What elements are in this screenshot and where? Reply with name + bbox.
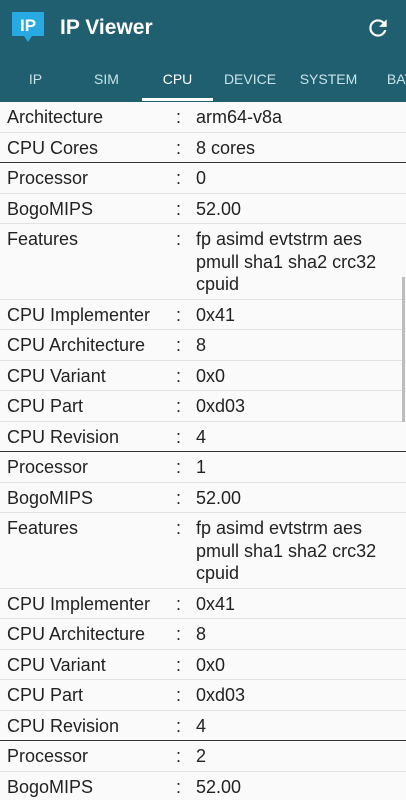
info-row: CPU Revision:4 bbox=[0, 422, 406, 452]
info-label: CPU Part bbox=[7, 685, 84, 705]
info-label: Architecture bbox=[7, 107, 104, 127]
info-value: 1 bbox=[196, 457, 207, 477]
info-value: 52.00 bbox=[196, 487, 242, 508]
separator: : bbox=[176, 487, 182, 508]
separator: : bbox=[176, 715, 182, 736]
info-label: Processor bbox=[7, 457, 89, 477]
info-value: 4 bbox=[196, 426, 207, 447]
info-row: CPU Implementer:0x41 bbox=[0, 589, 406, 619]
info-label: CPU Implementer bbox=[7, 304, 151, 325]
info-value: 8 bbox=[196, 335, 207, 355]
separator: : bbox=[176, 168, 182, 188]
separator: : bbox=[176, 335, 182, 355]
separator: : bbox=[176, 685, 182, 705]
tab-system[interactable]: SYSTEM bbox=[287, 56, 370, 102]
info-row: Features: fp asimd evtstrm aes pmull sha1… bbox=[0, 224, 406, 300]
tab-cpu[interactable]: CPU bbox=[142, 56, 213, 102]
info-label: Processor bbox=[7, 168, 89, 188]
separator: : bbox=[176, 137, 182, 158]
info-value: arm64-v8a bbox=[196, 107, 283, 127]
info-row: BogoMIPS:52.00 bbox=[0, 483, 406, 513]
separator: : bbox=[176, 746, 182, 766]
separator: : bbox=[176, 654, 182, 675]
info-row: CPU Variant:0x0 bbox=[0, 650, 406, 680]
info-value: 0xd03 bbox=[196, 396, 246, 416]
info-value: 0x41 bbox=[196, 304, 236, 325]
separator: : bbox=[176, 426, 182, 447]
info-label: Processor bbox=[7, 746, 89, 766]
info-value: fp asimd evtstrm aes pmull sha1 sha2 crc… bbox=[196, 229, 377, 294]
info-value: 8 cores bbox=[196, 137, 256, 158]
info-row: BogoMIPS:52.00 bbox=[0, 194, 406, 224]
info-row: Processor:1 bbox=[0, 452, 406, 483]
logo-text: IP bbox=[20, 16, 36, 35]
separator: : bbox=[176, 624, 182, 644]
tab-bar: IP SIM CPU DEVICE SYSTEM BAT bbox=[0, 56, 406, 102]
separator: : bbox=[176, 396, 182, 416]
separator: : bbox=[176, 229, 182, 249]
info-label: Features bbox=[7, 229, 79, 249]
cpu-info-list[interactable]: Architecture: arm64-v8a CPU Cores:8 cores P… bbox=[0, 102, 406, 800]
separator: : bbox=[176, 365, 182, 386]
separator: : bbox=[176, 457, 182, 477]
active-tab-indicator bbox=[142, 98, 213, 101]
info-row: Architecture: arm64-v8a bbox=[0, 102, 406, 133]
info-label: CPU Variant bbox=[7, 365, 106, 386]
scrollbar-thumb[interactable] bbox=[402, 277, 405, 422]
info-value: 0x0 bbox=[196, 654, 226, 675]
separator: : bbox=[176, 198, 182, 219]
info-value: 4 bbox=[196, 715, 207, 736]
ip-logo-icon: IP bbox=[12, 12, 44, 42]
info-label: CPU Part bbox=[7, 396, 84, 416]
info-label: CPU Implementer bbox=[7, 593, 151, 614]
info-row: CPU Variant:0x0 bbox=[0, 361, 406, 391]
info-label: CPU Architecture bbox=[7, 335, 146, 355]
info-row: CPU Part:0xd03 bbox=[0, 680, 406, 711]
info-row: CPU Cores:8 cores bbox=[0, 133, 406, 163]
separator: : bbox=[176, 776, 182, 797]
info-row: Features: fp asimd evtstrm aes pmull sha1… bbox=[0, 513, 406, 589]
info-row: CPU Architecture:8 bbox=[0, 330, 406, 361]
tab-device[interactable]: DEVICE bbox=[213, 56, 287, 102]
info-label: CPU Revision bbox=[7, 426, 120, 447]
info-label: BogoMIPS bbox=[7, 776, 94, 797]
info-value: 52.00 bbox=[196, 198, 242, 219]
info-label: CPU Revision bbox=[7, 715, 120, 736]
info-value: fp asimd evtstrm aes pmull sha1 sha2 crc… bbox=[196, 518, 377, 583]
info-value: 52.00 bbox=[196, 776, 242, 797]
tab-sim[interactable]: SIM bbox=[71, 56, 142, 102]
app-title: IP Viewer bbox=[60, 16, 153, 39]
app-bar: IP IP Viewer IP SIM CPU DEVICE SYSTEM BA… bbox=[0, 0, 406, 102]
info-value: 2 bbox=[196, 746, 207, 766]
refresh-button[interactable] bbox=[362, 12, 394, 44]
refresh-icon bbox=[369, 19, 387, 37]
separator: : bbox=[176, 593, 182, 614]
info-row: CPU Part:0xd03 bbox=[0, 391, 406, 422]
separator: : bbox=[176, 304, 182, 325]
info-row: Processor:0 bbox=[0, 163, 406, 194]
info-row: Processor:2 bbox=[0, 741, 406, 772]
info-label: CPU Variant bbox=[7, 654, 106, 675]
info-label: CPU Cores bbox=[7, 137, 99, 158]
info-label: BogoMIPS bbox=[7, 487, 94, 508]
separator: : bbox=[176, 107, 182, 127]
info-row: CPU Architecture:8 bbox=[0, 619, 406, 650]
info-value: 8 bbox=[196, 624, 207, 644]
tab-battery[interactable]: BAT bbox=[370, 56, 406, 102]
info-value: 0xd03 bbox=[196, 685, 246, 705]
separator: : bbox=[176, 518, 182, 538]
info-value: 0x41 bbox=[196, 593, 236, 614]
info-row: CPU Implementer:0x41 bbox=[0, 300, 406, 330]
info-label: Features bbox=[7, 518, 79, 538]
info-label: CPU Architecture bbox=[7, 624, 146, 644]
info-value: 0x0 bbox=[196, 365, 226, 386]
info-label: BogoMIPS bbox=[7, 198, 94, 219]
info-row: BogoMIPS:52.00 bbox=[0, 772, 406, 800]
info-value: 0 bbox=[196, 168, 207, 188]
info-row: CPU Revision:4 bbox=[0, 711, 406, 741]
tab-ip[interactable]: IP bbox=[0, 56, 71, 102]
